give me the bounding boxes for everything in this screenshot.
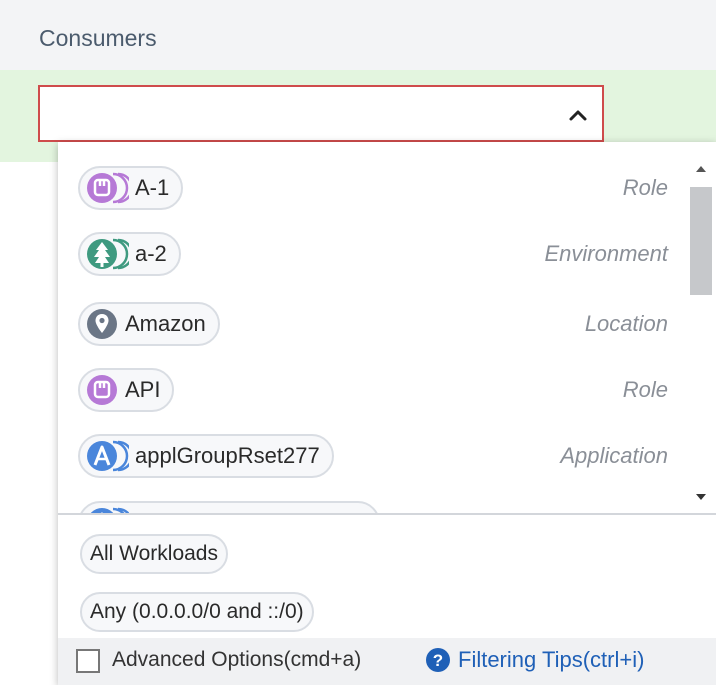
option-row-a-1[interactable]: A-1 Role — [58, 159, 688, 219]
option-pill[interactable]: Amazon — [78, 302, 220, 346]
consumers-header: Consumers — [0, 0, 716, 71]
option-label: Amazon — [125, 311, 206, 336]
filtering-tips-link[interactable]: ? Filtering Tips(ctrl+i) — [425, 647, 644, 673]
option-pill[interactable]: A-1 — [78, 166, 184, 210]
role-icon — [85, 372, 119, 408]
option-pill[interactable]: applGroupRset277 — [78, 434, 334, 478]
all-workloads-option[interactable]: All Workloads — [80, 534, 228, 574]
option-type: Role — [622, 175, 668, 200]
option-label: A-1 — [135, 175, 170, 200]
option-label: applGroupRset277 — [135, 443, 320, 468]
option-row-applgrouprset277[interactable]: applGroupRset277 Application — [58, 427, 688, 487]
consumers-title: Consumers — [39, 25, 157, 51]
option-pill[interactable]: a-2 — [78, 232, 181, 276]
option-row-api[interactable]: API Role — [58, 361, 688, 421]
option-label: API — [125, 377, 161, 402]
role-icon — [85, 170, 129, 206]
options-list: A-1 Role a-2 Environment Amazon Location… — [58, 142, 716, 513]
divider — [58, 513, 716, 515]
option-pill[interactable]: API — [78, 368, 175, 412]
svg-text:?: ? — [433, 651, 443, 670]
option-row-partial[interactable]: Application — [58, 494, 688, 513]
application-icon — [85, 438, 129, 474]
chevron-up-icon[interactable] — [567, 104, 589, 126]
advanced-options-label[interactable]: Advanced Options(cmd+a) — [112, 648, 361, 672]
option-type: Role — [622, 377, 668, 402]
option-row-a-2[interactable]: a-2 Environment — [58, 225, 688, 285]
application-icon — [85, 505, 129, 513]
option-type: Location — [584, 311, 668, 336]
consumers-select-input[interactable] — [38, 85, 604, 142]
option-pill[interactable] — [78, 501, 380, 513]
location-icon — [85, 306, 119, 342]
filtering-tips-label: Filtering Tips(ctrl+i) — [458, 647, 645, 672]
option-type: Application — [560, 443, 668, 468]
scroll-thumb[interactable] — [690, 187, 712, 295]
environment-icon — [85, 236, 129, 272]
option-row-amazon[interactable]: Amazon Location — [58, 295, 688, 355]
advanced-options-checkbox[interactable] — [76, 649, 100, 673]
dropdown-footer-bar: Advanced Options(cmd+a) ? Filtering Tips… — [58, 638, 716, 685]
option-label: a-2 — [135, 241, 167, 266]
scroll-up-icon[interactable] — [694, 162, 708, 176]
scroll-down-icon[interactable] — [694, 490, 708, 504]
list-scrollbar[interactable] — [688, 152, 714, 513]
question-circle-icon: ? — [426, 648, 450, 672]
option-type: Environment — [544, 241, 668, 266]
any-ip-option[interactable]: Any (0.0.0.0/0 and ::/0) — [80, 592, 314, 632]
consumers-dropdown: A-1 Role a-2 Environment Amazon Location… — [58, 142, 716, 685]
